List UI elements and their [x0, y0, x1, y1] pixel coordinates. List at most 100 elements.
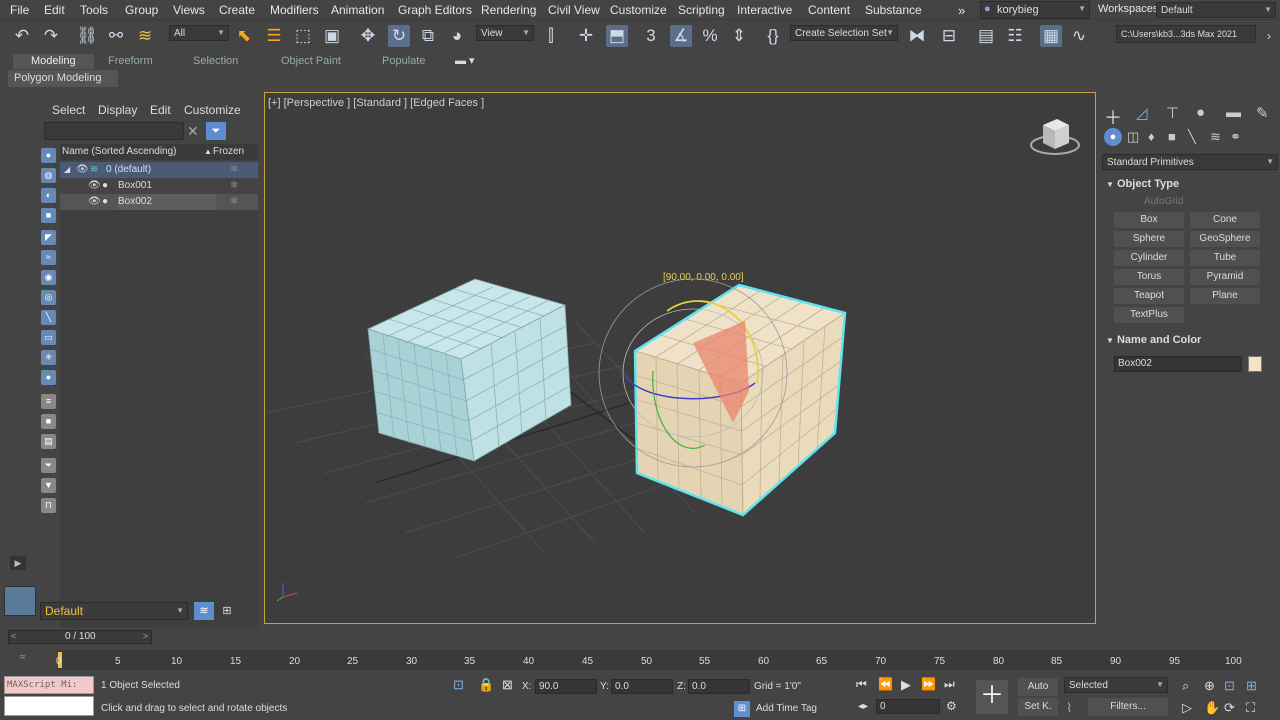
- ribbon-tab-modeling[interactable]: Modeling: [13, 54, 94, 69]
- menu-tools[interactable]: Tools: [80, 3, 108, 17]
- helpers-icon[interactable]: ╲: [1188, 129, 1196, 145]
- name-color-rollout[interactable]: ▼ Name and Color: [1106, 334, 1201, 346]
- pivot-center-icon[interactable]: ⫿: [540, 25, 562, 47]
- move-icon[interactable]: ✥: [357, 25, 379, 47]
- time-slider[interactable]: < 0 / 100 >: [8, 630, 152, 644]
- display-tab-icon[interactable]: ▬: [1226, 104, 1241, 121]
- display-helpers-icon[interactable]: ≈: [41, 250, 56, 265]
- window-crossing-icon[interactable]: ▣: [321, 25, 343, 47]
- link-icon[interactable]: ⛓: [76, 25, 98, 47]
- menu-file[interactable]: File: [10, 3, 29, 17]
- shapes-icon[interactable]: ◫: [1127, 129, 1139, 145]
- list-item-box001[interactable]: 👁 ● Box001 ❄: [60, 178, 258, 194]
- ribbon-tab-selection[interactable]: Selection: [193, 54, 238, 69]
- eye-icon[interactable]: 👁: [76, 162, 89, 178]
- object-name-field[interactable]: Box002: [1114, 356, 1242, 372]
- sphere-button[interactable]: Sphere: [1114, 231, 1184, 247]
- zoom-extents-all-icon[interactable]: ⊞: [1246, 678, 1257, 694]
- display-xrefs-icon[interactable]: ✳: [41, 350, 56, 365]
- display-groups-icon[interactable]: ◎: [41, 290, 56, 305]
- systems-icon[interactable]: ⚭: [1230, 129, 1241, 145]
- menu-scripting[interactable]: Scripting: [678, 3, 725, 17]
- menu-modifiers[interactable]: Modifiers: [270, 3, 319, 17]
- select-object-icon[interactable]: ⬉: [233, 25, 255, 47]
- list-icon[interactable]: ≡: [41, 394, 56, 409]
- expand-icon[interactable]: ◢: [64, 162, 70, 178]
- zoom-icon[interactable]: ⌕: [1182, 678, 1189, 694]
- layers-icon[interactable]: ≋: [194, 602, 214, 620]
- funnel-icon[interactable]: ⏷: [41, 458, 56, 473]
- explorer-tab-edit[interactable]: Edit: [150, 103, 171, 117]
- hierarchy-tab-icon[interactable]: ⊤: [1166, 104, 1179, 122]
- absolute-mode-icon[interactable]: ⊠: [502, 677, 513, 693]
- create-tab-icon[interactable]: ＋: [1104, 104, 1122, 130]
- go-to-end-icon[interactable]: ⏭: [944, 677, 955, 692]
- percent-snap-icon[interactable]: %: [699, 25, 721, 47]
- select-manipulate-icon[interactable]: ✛: [575, 25, 597, 47]
- expand-panel-icon[interactable]: ▶: [10, 556, 26, 570]
- motion-tab-icon[interactable]: ●: [1196, 104, 1205, 121]
- zoom-extents-icon[interactable]: ⊡: [1224, 678, 1235, 694]
- explorer-tab-display[interactable]: Display: [98, 103, 137, 117]
- reference-coordinate-dropdown[interactable]: View ▼: [476, 25, 534, 41]
- edit-named-selection-icon[interactable]: {}: [762, 25, 784, 47]
- ribbon-options-icon[interactable]: ▬ ▾: [455, 54, 475, 69]
- rectangular-selection-icon[interactable]: ⬚: [292, 25, 314, 47]
- menu-rendering[interactable]: Rendering: [481, 3, 536, 17]
- menu-overflow-icon[interactable]: »: [958, 3, 965, 18]
- z-coordinate-field[interactable]: 0.0: [688, 679, 750, 694]
- scale-icon[interactable]: ⧉: [417, 25, 439, 47]
- layer-dropdown[interactable]: Default ▼: [40, 602, 188, 620]
- display-particles-icon[interactable]: ●: [41, 370, 56, 385]
- freeze-icon[interactable]: ❄: [230, 194, 238, 210]
- add-time-tag[interactable]: Add Time Tag: [756, 703, 817, 714]
- ribbon-tab-object-paint[interactable]: Object Paint: [281, 54, 341, 69]
- object-type-rollout[interactable]: ▼ Object Type: [1106, 178, 1179, 190]
- ribbon-tab-populate[interactable]: Populate: [382, 54, 425, 69]
- menu-customize[interactable]: Customize: [610, 3, 667, 17]
- key-filters-button[interactable]: Filters...: [1088, 698, 1168, 716]
- spacewarps-icon[interactable]: ≋: [1210, 129, 1221, 145]
- freeze-icon[interactable]: ❄: [230, 162, 238, 178]
- explorer-search-input[interactable]: [44, 122, 184, 140]
- play-icon[interactable]: ▶: [901, 677, 911, 693]
- display-geometry-icon[interactable]: ◍: [41, 168, 56, 183]
- key-tangent-icon[interactable]: ⌇: [1066, 700, 1072, 716]
- redo-icon[interactable]: ↷: [40, 25, 62, 47]
- spinner-snap-icon[interactable]: ⇕: [728, 25, 750, 47]
- menu-edit[interactable]: Edit: [44, 3, 65, 17]
- cylinder-button[interactable]: Cylinder: [1114, 250, 1184, 266]
- menu-create[interactable]: Create: [219, 3, 255, 17]
- maxscript-listener[interactable]: MAXScript Mi:: [4, 676, 94, 694]
- mirror-icon[interactable]: ⧓: [906, 25, 928, 47]
- textplus-button[interactable]: TextPlus: [1114, 307, 1184, 323]
- time-config-icon[interactable]: ⚙: [946, 699, 957, 713]
- eye-icon[interactable]: 👁: [88, 178, 101, 194]
- scene-explorer-icon[interactable]: ▤: [975, 25, 997, 47]
- teapot-button[interactable]: Teapot: [1114, 288, 1184, 304]
- display-cameras-icon[interactable]: ◤: [41, 230, 56, 245]
- perspective-viewport[interactable]: [+] [Perspective ] [Standard ] [Edged Fa…: [264, 92, 1096, 624]
- pin-icon[interactable]: ⊞: [218, 602, 236, 620]
- display-containers-icon[interactable]: ▭: [41, 330, 56, 345]
- maxscript-output[interactable]: [4, 696, 94, 716]
- key-mode-icon[interactable]: ◂▸: [858, 701, 868, 712]
- filter-icon[interactable]: ⏷: [206, 122, 226, 140]
- freeze-icon[interactable]: ❄: [230, 178, 238, 194]
- ribbon-toggle-icon[interactable]: ▦: [1040, 25, 1062, 47]
- display-all-icon[interactable]: ●: [41, 148, 56, 163]
- previous-frame-icon[interactable]: ⏪: [878, 677, 893, 691]
- menu-content[interactable]: Content: [808, 3, 850, 17]
- ribbon-tab-freeform[interactable]: Freeform: [108, 54, 153, 69]
- pan-icon[interactable]: ✋: [1204, 700, 1220, 716]
- menu-group[interactable]: Group: [125, 3, 158, 17]
- toolbar-overflow-icon[interactable]: ›: [1258, 25, 1280, 47]
- selection-filter-dropdown[interactable]: All ▼: [169, 25, 229, 41]
- lights-icon[interactable]: ♦: [1148, 129, 1155, 144]
- eye-icon[interactable]: 👁: [88, 194, 101, 210]
- maximize-viewport-icon[interactable]: ⛶: [1246, 700, 1255, 716]
- tube-button[interactable]: Tube: [1190, 250, 1260, 266]
- explorer-tab-customize[interactable]: Customize: [184, 103, 241, 117]
- display-lights-icon[interactable]: ■: [41, 208, 56, 223]
- polygon-modeling-panel[interactable]: Polygon Modeling: [8, 70, 118, 87]
